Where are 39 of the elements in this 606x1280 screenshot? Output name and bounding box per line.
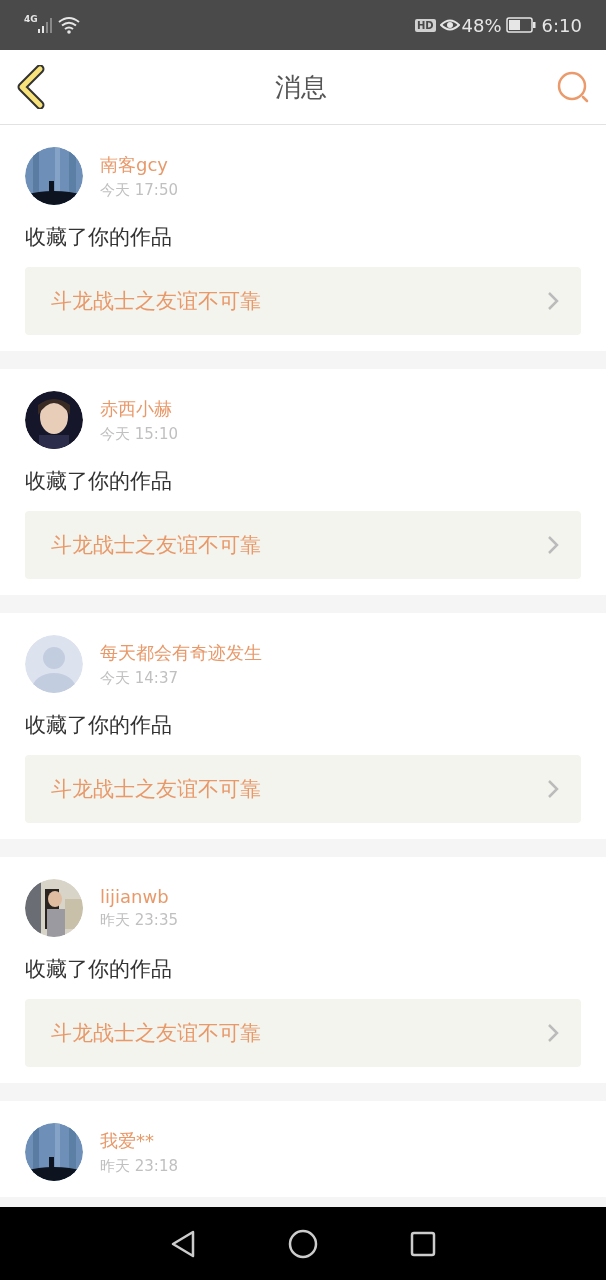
recents-nav-icon[interactable] — [410, 1230, 436, 1257]
work-title: 斗龙战士之友谊不可靠 — [51, 288, 261, 315]
battery-icon — [505, 17, 536, 33]
chevron-icon — [547, 291, 559, 311]
work-link[interactable]: 斗龙战士之友谊不可靠 — [25, 755, 581, 823]
work-title: 斗龙战士之友谊不可靠 — [51, 532, 261, 559]
message-time: 昨天 23:35 — [100, 911, 178, 930]
message-time: 今天 15:10 — [100, 424, 178, 444]
battery-percent: 48% — [461, 14, 502, 36]
chevron-icon — [547, 1023, 559, 1043]
user-name[interactable]: lijianwb — [100, 886, 178, 907]
message-text: 收藏了你的作品 — [25, 468, 173, 495]
user-name[interactable]: 每天都会有奇迹发生 — [100, 640, 262, 665]
wifi-icon — [57, 16, 80, 34]
work-link[interactable]: 斗龙战士之友谊不可靠 — [25, 999, 581, 1067]
message-text: 收藏了你的作品 — [25, 224, 173, 251]
back-nav-icon[interactable] — [170, 1229, 196, 1258]
signal-icon — [37, 17, 54, 33]
back-icon[interactable] — [16, 65, 46, 109]
chevron-icon — [547, 535, 559, 555]
message-time: 今天 14:37 — [100, 668, 179, 688]
work-title: 斗龙战士之友谊不可靠 — [51, 1020, 261, 1047]
page-title: 消息 — [275, 70, 327, 104]
clock: 6:10 — [541, 14, 582, 36]
work-title: 斗龙战士之友谊不可靠 — [51, 776, 261, 803]
chevron-icon — [547, 779, 559, 799]
home-nav-icon[interactable] — [288, 1228, 318, 1259]
message-text: 收藏了你的作品 — [25, 956, 173, 983]
work-link[interactable]: 斗龙战士之友谊不可靠 — [25, 267, 581, 335]
network-type: 4G — [24, 14, 38, 24]
user-name[interactable]: 赤西小赫 — [100, 396, 178, 421]
message-time: 昨天 23:18 — [100, 1156, 178, 1176]
eye-icon — [439, 18, 460, 32]
work-link[interactable]: 斗龙战士之友谊不可靠 — [25, 511, 581, 579]
hd-badge: HD — [414, 18, 436, 32]
message-text: 收藏了你的作品 — [25, 712, 173, 739]
user-name[interactable]: 南客gcy — [100, 152, 178, 177]
user-name[interactable]: 我爱** — [100, 1128, 178, 1153]
message-time: 今天 17:50 — [100, 180, 178, 200]
